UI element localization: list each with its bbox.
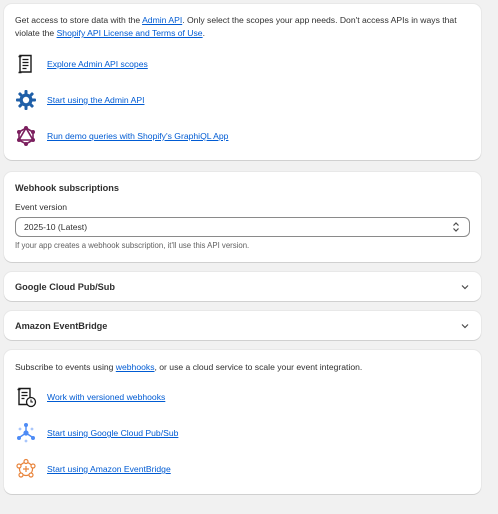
- google-pubsub-card: Google Cloud Pub/Sub: [4, 272, 481, 301]
- document-clock-icon: [15, 386, 37, 408]
- amazon-eventbridge-card: Amazon EventBridge: [4, 311, 481, 340]
- google-pubsub-accordion-header[interactable]: Google Cloud Pub/Sub: [15, 272, 470, 301]
- explore-scopes-row: Explore Admin API scopes: [15, 53, 148, 75]
- webhooks-link[interactable]: webhooks: [116, 362, 155, 372]
- webhook-subscriptions-card: Webhook subscriptions Event version 2025…: [4, 172, 481, 262]
- google-pubsub-row: Start using Google Cloud Pub/Sub: [15, 422, 178, 444]
- admin-api-card: Get access to store data with the Admin …: [4, 4, 481, 160]
- events-card: Subscribe to events using webhooks, or u…: [4, 350, 481, 494]
- amazon-eventbridge-accordion-header[interactable]: Amazon EventBridge: [15, 311, 470, 340]
- versioned-webhooks-row: Work with versioned webhooks: [15, 386, 165, 408]
- start-using-admin-api-link[interactable]: Start using the Admin API: [47, 95, 144, 105]
- event-version-help-text: If your app creates a webhook subscripti…: [15, 241, 250, 250]
- start-using-amazon-eventbridge-link[interactable]: Start using Amazon EventBridge: [47, 464, 171, 474]
- run-demo-queries-link[interactable]: Run demo queries with Shopify's GraphiQL…: [47, 131, 228, 141]
- start-using-google-pubsub-link[interactable]: Start using Google Cloud Pub/Sub: [47, 428, 178, 438]
- google-pubsub-title: Google Cloud Pub/Sub: [15, 281, 116, 292]
- chevron-down-icon: [460, 282, 470, 292]
- graphql-icon: [15, 125, 37, 147]
- admin-api-link[interactable]: Admin API: [142, 15, 182, 25]
- chevron-down-icon: [460, 321, 470, 331]
- graphiql-row: Run demo queries with Shopify's GraphiQL…: [15, 125, 228, 147]
- gear-icon: [15, 89, 37, 111]
- work-with-versioned-webhooks-link[interactable]: Work with versioned webhooks: [47, 392, 165, 402]
- event-version-value: 2025-10 (Latest): [24, 222, 88, 232]
- event-version-select[interactable]: 2025-10 (Latest): [15, 217, 470, 237]
- explore-admin-api-scopes-link[interactable]: Explore Admin API scopes: [47, 59, 148, 69]
- start-admin-api-row: Start using the Admin API: [15, 89, 144, 111]
- events-intro: Subscribe to events using webhooks, or u…: [15, 362, 363, 372]
- amazon-eventbridge-icon: [15, 458, 37, 480]
- admin-api-intro: Get access to store data with the Admin …: [15, 15, 457, 38]
- api-license-link[interactable]: Shopify API License and Terms of Use: [57, 28, 203, 38]
- document-list-icon: [15, 53, 37, 75]
- webhook-subscriptions-title: Webhook subscriptions: [15, 183, 119, 193]
- event-version-label: Event version: [15, 202, 68, 212]
- google-pubsub-icon: [15, 422, 37, 444]
- amazon-eventbridge-row: Start using Amazon EventBridge: [15, 458, 171, 480]
- amazon-eventbridge-title: Amazon EventBridge: [15, 320, 108, 331]
- select-chevron-icon: [451, 221, 461, 233]
